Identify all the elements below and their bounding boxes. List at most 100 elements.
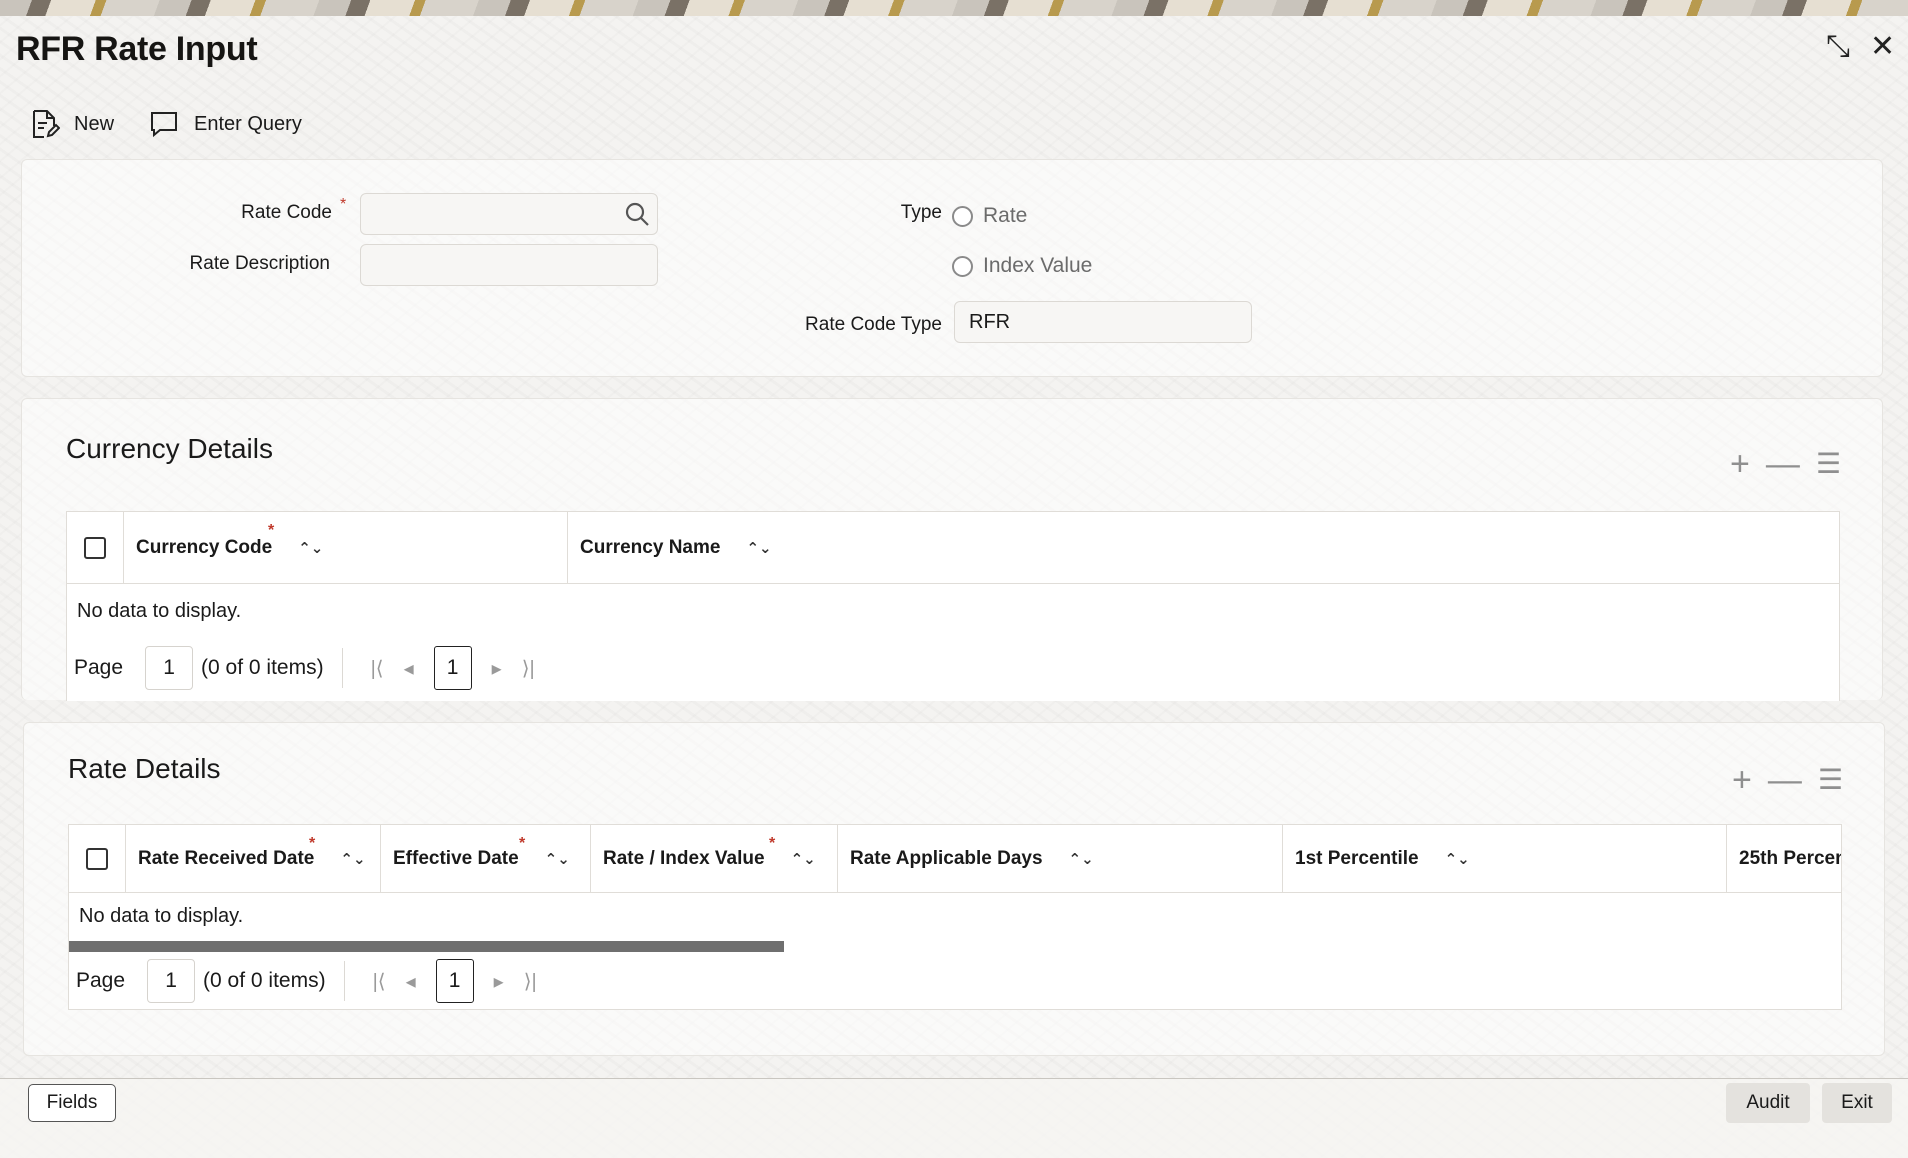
currency-code-header-label: Currency Code	[136, 536, 273, 558]
items-count-text: (0 of 0 items)	[203, 969, 326, 992]
last-page-icon[interactable]: ⟩|	[524, 969, 537, 994]
sort-icon[interactable]: ⌃⌄	[746, 539, 771, 557]
add-row-icon[interactable]: +	[1732, 763, 1752, 797]
close-icon[interactable]: ✕	[1870, 32, 1895, 62]
toolbar: New Enter Query	[28, 108, 302, 140]
first-page-icon[interactable]: |⟨	[371, 656, 384, 681]
type-label: Type	[900, 202, 942, 223]
next-page-icon[interactable]: ▸	[494, 969, 504, 994]
required-marker: *	[268, 522, 275, 539]
next-page-icon[interactable]: ▸	[492, 656, 502, 681]
rate-code-type-input[interactable]	[954, 301, 1252, 343]
rate-no-data-text: No data to display.	[79, 905, 244, 927]
radio-index-value[interactable]: Index Value	[952, 254, 1092, 278]
rate-grid-actions: + — ☰	[1732, 763, 1843, 797]
page-number-input[interactable]: 1	[145, 646, 194, 690]
rate-applicable-days-header-label: Rate Applicable Days	[850, 847, 1043, 869]
new-document-icon	[33, 110, 60, 138]
rate-index-value-header-label: Rate / Index Value	[603, 847, 765, 869]
rate-description-label: Rate Description	[189, 253, 330, 274]
sort-icon[interactable]: ⌃⌄	[545, 850, 570, 868]
currency-details-panel: Currency Details + — ☰ Currency Code * ⌃…	[21, 398, 1883, 701]
column-header-rate-index-value[interactable]: Rate / Index Value * ⌃⌄	[591, 825, 838, 892]
page-label: Page	[74, 656, 124, 679]
column-header-currency-code[interactable]: Currency Code * ⌃⌄	[124, 512, 568, 583]
sort-icon[interactable]: ⌃⌄	[791, 850, 816, 868]
rate-code-label: Rate Code	[241, 202, 332, 223]
sort-icon[interactable]: ⌃⌄	[1069, 850, 1094, 868]
last-page-icon[interactable]: ⟩|	[522, 656, 535, 681]
currency-details-table: Currency Code * ⌃⌄ Currency Name ⌃⌄ No d…	[66, 511, 1840, 701]
radio-rate-label: Rate	[983, 204, 1028, 227]
required-marker: *	[340, 196, 347, 213]
add-row-icon[interactable]: +	[1730, 447, 1750, 481]
page-number-input[interactable]: 1	[147, 959, 196, 1003]
required-marker: *	[309, 835, 316, 852]
radio-circle-icon	[952, 205, 973, 227]
first-page-icon[interactable]: |⟨	[373, 969, 386, 994]
select-all-cell	[67, 512, 124, 583]
column-header-rate-applicable-days[interactable]: Rate Applicable Days ⌃⌄	[838, 825, 1283, 892]
exit-button[interactable]: Exit	[1822, 1083, 1892, 1123]
window-controls: ⤡ ✕	[1826, 32, 1895, 62]
radio-index-value-label: Index Value	[983, 254, 1093, 277]
delete-row-icon[interactable]: —	[1766, 447, 1800, 481]
currency-name-header-label: Currency Name	[580, 536, 721, 558]
sort-icon[interactable]: ⌃⌄	[340, 850, 365, 868]
items-count-text: (0 of 0 items)	[201, 656, 324, 679]
header-decorative-band	[0, 0, 1908, 16]
select-all-checkbox[interactable]	[86, 847, 108, 870]
prev-page-icon[interactable]: ◂	[404, 656, 414, 681]
fields-button[interactable]: Fields	[28, 1084, 116, 1122]
column-header-effective-date[interactable]: Effective Date * ⌃⌄	[381, 825, 591, 892]
25th-percentile-header-label: 25th Percenti	[1739, 847, 1841, 869]
radio-rate[interactable]: Rate	[952, 204, 1027, 228]
currency-grid-actions: + — ☰	[1730, 447, 1841, 481]
list-view-icon[interactable]: ☰	[1816, 450, 1841, 478]
rate-code-type-label: Rate Code Type	[805, 314, 942, 335]
new-button-label: New	[74, 112, 115, 135]
pager-divider	[341, 648, 343, 688]
radio-circle-icon	[952, 255, 973, 277]
rate-description-input[interactable]	[360, 244, 658, 286]
page-label: Page	[76, 969, 126, 992]
currency-table-header: Currency Code * ⌃⌄ Currency Name ⌃⌄	[67, 512, 1839, 584]
current-page-button[interactable]: 1	[433, 646, 472, 690]
column-header-25th-percentile[interactable]: 25th Percenti	[1727, 825, 1841, 892]
column-header-rate-received-date[interactable]: Rate Received Date * ⌃⌄	[126, 825, 381, 892]
enter-query-label: Enter Query	[194, 112, 302, 135]
column-header-1st-percentile[interactable]: 1st Percentile ⌃⌄	[1283, 825, 1727, 892]
effective-date-header-label: Effective Date	[393, 847, 519, 869]
select-all-checkbox[interactable]	[84, 536, 106, 559]
page-title: RFR Rate Input	[16, 30, 258, 68]
rate-code-input[interactable]	[360, 193, 658, 235]
rate-details-table: Rate Received Date * ⌃⌄ Effective Date *…	[68, 824, 1842, 1010]
audit-button[interactable]: Audit	[1726, 1083, 1810, 1123]
currency-no-data-text: No data to display.	[77, 600, 242, 622]
search-icon[interactable]	[624, 201, 650, 227]
rate-pager: Page 1 (0 of 0 items) |⟨ ◂ 1 ▸ ⟩|	[76, 959, 547, 1003]
rate-table-header: Rate Received Date * ⌃⌄ Effective Date *…	[69, 825, 1841, 893]
rate-input-form-panel: Rate Code * Rate Description Type Rate I…	[21, 159, 1883, 377]
new-button[interactable]: New	[28, 108, 114, 140]
horizontal-scrollbar[interactable]	[69, 941, 784, 952]
pager-divider	[343, 961, 345, 1001]
list-view-icon[interactable]: ☰	[1818, 766, 1843, 794]
current-page-button[interactable]: 1	[435, 959, 474, 1003]
1st-percentile-header-label: 1st Percentile	[1295, 847, 1419, 869]
rate-details-title: Rate Details	[68, 753, 221, 784]
speech-bubble-icon	[151, 112, 178, 138]
footer-bar	[0, 1078, 1908, 1158]
currency-details-title: Currency Details	[66, 433, 273, 464]
prev-page-icon[interactable]: ◂	[406, 969, 416, 994]
currency-pager: Page 1 (0 of 0 items) |⟨ ◂ 1 ▸ ⟩|	[74, 646, 545, 690]
enter-query-button[interactable]: Enter Query	[148, 108, 302, 140]
minimize-icon[interactable]: ⤡	[1826, 32, 1850, 62]
select-all-cell	[69, 825, 126, 892]
required-marker: *	[769, 835, 776, 852]
sort-icon[interactable]: ⌃⌄	[1445, 850, 1470, 868]
rate-received-date-header-label: Rate Received Date	[138, 847, 315, 869]
column-header-currency-name[interactable]: Currency Name ⌃⌄	[568, 512, 1839, 583]
delete-row-icon[interactable]: —	[1768, 763, 1802, 797]
sort-icon[interactable]: ⌃⌄	[298, 539, 323, 557]
